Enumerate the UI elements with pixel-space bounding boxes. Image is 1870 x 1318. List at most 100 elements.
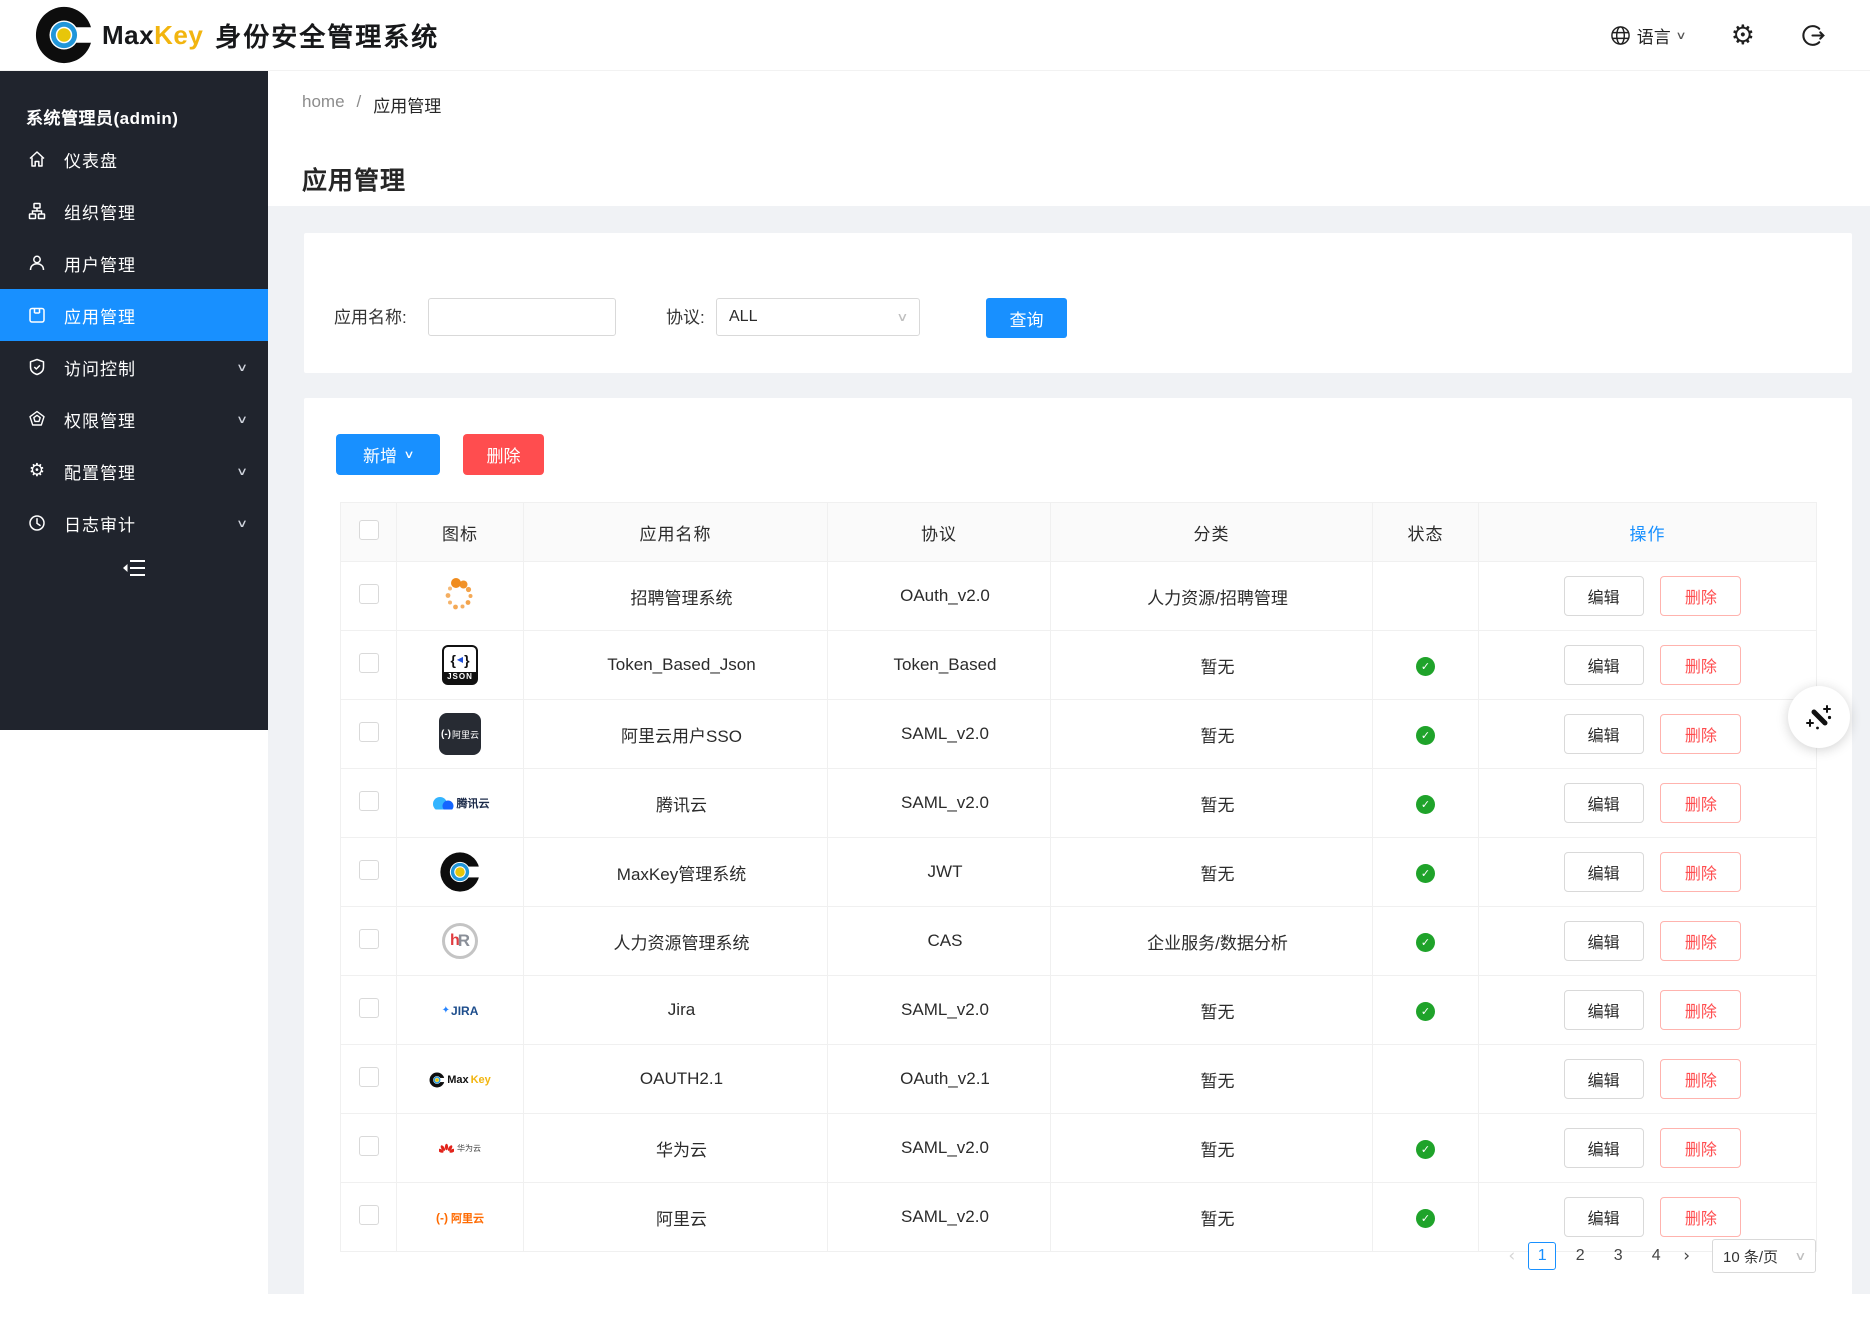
next-page-icon[interactable]: › xyxy=(1683,1246,1690,1266)
app-category: 暂无 xyxy=(1051,631,1373,700)
gear-icon: ⚙ xyxy=(29,462,45,480)
protocol-select[interactable]: ALL ∨ xyxy=(716,298,920,336)
pagination: ‹ 1234 › 10 条/页 ∨ xyxy=(1500,1239,1816,1273)
row-checkbox[interactable] xyxy=(359,998,379,1018)
edit-button[interactable]: 编辑 xyxy=(1564,783,1644,823)
app-protocol: CAS xyxy=(828,907,1051,976)
app-category: 暂无 xyxy=(1051,1183,1373,1252)
sidebar-item-access-control[interactable]: 访问控制 ∨ xyxy=(0,341,268,393)
row-checkbox[interactable] xyxy=(359,584,379,604)
edit-button[interactable]: 编辑 xyxy=(1564,990,1644,1030)
app-name: Jira xyxy=(524,976,828,1045)
recruit-app-icon xyxy=(440,576,480,616)
sidebar-item-applications[interactable]: 应用管理 ∨ xyxy=(0,289,268,341)
sidebar-collapse-button[interactable] xyxy=(0,548,268,588)
edit-button[interactable]: 编辑 xyxy=(1564,1197,1644,1237)
app-category: 暂无 xyxy=(1051,700,1373,769)
sidebar-item-config[interactable]: ⚙ 配置管理 ∨ xyxy=(0,445,268,497)
delete-row-button[interactable]: 删除 xyxy=(1660,921,1741,961)
breadcrumb-home-link[interactable]: home xyxy=(302,92,345,117)
app-name: 腾讯云 xyxy=(524,769,828,838)
row-checkbox[interactable] xyxy=(359,1136,379,1156)
delete-row-button[interactable]: 删除 xyxy=(1660,990,1741,1030)
edit-button[interactable]: 编辑 xyxy=(1564,576,1644,616)
row-checkbox[interactable] xyxy=(359,1205,379,1225)
sidebar-item-label: 权限管理 xyxy=(64,407,136,432)
jira-app-icon: ✦JIRA xyxy=(442,1004,479,1018)
app-name: 招聘管理系统 xyxy=(524,562,828,631)
language-selector[interactable]: 语言 ∨ xyxy=(1610,23,1685,48)
json-app-icon: {◀}JSON xyxy=(442,645,478,685)
page-button-4[interactable]: 4 xyxy=(1642,1242,1670,1270)
magic-wand-floating-button[interactable] xyxy=(1788,686,1850,748)
col-status: 状态 xyxy=(1373,503,1479,562)
row-checkbox[interactable] xyxy=(359,653,379,673)
sidebar-item-organizations[interactable]: 组织管理 ∨ xyxy=(0,185,268,237)
app-protocol: JWT xyxy=(828,838,1051,907)
breadcrumb-current: 应用管理 xyxy=(373,92,441,117)
sidebar-item-audit-log[interactable]: 日志审计 ∨ xyxy=(0,497,268,549)
select-all-checkbox[interactable] xyxy=(359,520,379,540)
user-icon xyxy=(27,253,47,273)
app-name: 阿里云 xyxy=(524,1183,828,1252)
col-protocol: 协议 xyxy=(828,503,1051,562)
page-size-select[interactable]: 10 条/页 ∨ xyxy=(1712,1239,1816,1273)
delete-row-button[interactable]: 删除 xyxy=(1660,1059,1741,1099)
aliyun-dark-app-icon: (-)阿里云 xyxy=(439,713,481,755)
protocol-label: 协议: xyxy=(666,298,705,338)
prev-page-icon[interactable]: ‹ xyxy=(1508,1246,1515,1266)
edit-button[interactable]: 编辑 xyxy=(1564,1128,1644,1168)
app-name-input[interactable] xyxy=(428,298,616,336)
page-size-value: 10 条/页 xyxy=(1723,1246,1778,1267)
edit-button[interactable]: 编辑 xyxy=(1564,921,1644,961)
top-header: MaxKey 身份安全管理系统 语言 ∨ ⚙ xyxy=(0,0,1870,71)
row-checkbox[interactable] xyxy=(359,860,379,880)
delete-row-button[interactable]: 删除 xyxy=(1660,645,1741,685)
pent-icon xyxy=(27,409,47,429)
bulk-delete-button[interactable]: 删除 xyxy=(463,434,544,475)
delete-row-button[interactable]: 删除 xyxy=(1660,576,1741,616)
sidebar-item-label: 应用管理 xyxy=(64,303,136,328)
app-icon: (-)阿里云 xyxy=(439,713,481,755)
chevron-down-icon: ∨ xyxy=(403,448,414,461)
page-button-2[interactable]: 2 xyxy=(1566,1242,1594,1270)
globe-icon xyxy=(1610,25,1631,46)
home-icon xyxy=(27,149,47,169)
app-icon xyxy=(440,576,480,616)
chevron-down-icon: ∨ xyxy=(1794,1249,1806,1263)
sidebar-item-dashboard[interactable]: 仪表盘 ∨ xyxy=(0,133,268,185)
add-button[interactable]: 新增 ∨ xyxy=(336,434,440,475)
delete-row-button[interactable]: 删除 xyxy=(1660,1197,1741,1237)
row-checkbox[interactable] xyxy=(359,929,379,949)
brand-key: Key xyxy=(154,20,203,51)
edit-button[interactable]: 编辑 xyxy=(1564,1059,1644,1099)
app-icon: 腾讯云 xyxy=(431,793,490,813)
row-checkbox[interactable] xyxy=(359,1067,379,1087)
delete-row-button[interactable]: 删除 xyxy=(1660,852,1741,892)
shield-icon xyxy=(27,357,47,377)
page-button-3[interactable]: 3 xyxy=(1604,1242,1632,1270)
sidebar-item-permissions[interactable]: 权限管理 ∨ xyxy=(0,393,268,445)
sidebar-item-users[interactable]: 用户管理 ∨ xyxy=(0,237,268,289)
logout-icon[interactable] xyxy=(1801,23,1826,48)
delete-row-button[interactable]: 删除 xyxy=(1660,783,1741,823)
tencent-app-icon: 腾讯云 xyxy=(431,793,490,813)
sidebar-item-label: 访问控制 xyxy=(64,355,136,380)
settings-gear-icon[interactable]: ⚙ xyxy=(1731,22,1755,49)
row-checkbox[interactable] xyxy=(359,791,379,811)
edit-button[interactable]: 编辑 xyxy=(1564,852,1644,892)
app-icon xyxy=(439,851,481,893)
edit-button[interactable]: 编辑 xyxy=(1564,645,1644,685)
app-protocol: SAML_v2.0 xyxy=(828,1183,1051,1252)
status-active-icon: ✓ xyxy=(1416,1209,1435,1228)
delete-row-button[interactable]: 删除 xyxy=(1660,1128,1741,1168)
search-button[interactable]: 查询 xyxy=(986,298,1067,338)
product-title: 身份安全管理系统 xyxy=(215,17,439,54)
app-protocol: SAML_v2.0 xyxy=(828,976,1051,1045)
edit-button[interactable]: 编辑 xyxy=(1564,714,1644,754)
row-checkbox[interactable] xyxy=(359,722,379,742)
maxkey-logo-icon xyxy=(34,5,94,65)
app-protocol: Token_Based xyxy=(828,631,1051,700)
page-button-1[interactable]: 1 xyxy=(1528,1242,1556,1270)
delete-row-button[interactable]: 删除 xyxy=(1660,714,1741,754)
